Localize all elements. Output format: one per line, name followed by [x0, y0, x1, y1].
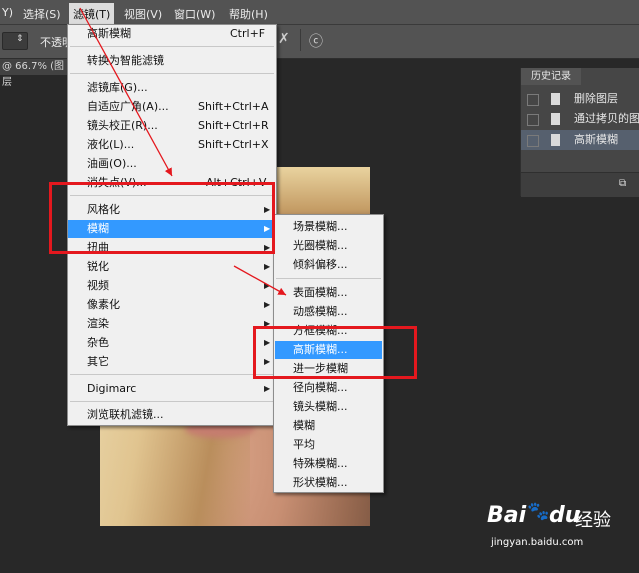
- menu-separator: [276, 278, 381, 279]
- menu-item-video[interactable]: 视频 ▶: [68, 277, 276, 295]
- menu-item-sharpen[interactable]: 锐化 ▶: [68, 258, 276, 276]
- submenu-item-radial-blur[interactable]: 径向模糊...: [274, 379, 383, 397]
- menu-item-filter-gallery[interactable]: 滤镜库(G)...: [68, 79, 276, 97]
- history-row[interactable]: 删除图层: [521, 89, 639, 109]
- menu-item-adaptive-wide-angle[interactable]: 自适应广角(A)... Shift+Ctrl+A: [68, 98, 276, 116]
- history-row-label: 高斯模糊: [574, 133, 618, 146]
- airbrush-icon[interactable]: ✗: [278, 31, 290, 47]
- submenu-arrow-icon: ▶: [264, 281, 271, 290]
- history-row-label: 通过拷贝的图: [574, 112, 639, 125]
- submenu-item-field-blur[interactable]: 场景模糊...: [274, 218, 383, 236]
- menu-item-other[interactable]: 其它 ▶: [68, 353, 276, 371]
- menu-help[interactable]: 帮助(H): [229, 6, 268, 22]
- menu-separator: [70, 46, 274, 47]
- paw-icon: 🐾: [527, 501, 550, 522]
- menu-item-render[interactable]: 渲染 ▶: [68, 315, 276, 333]
- menu-select[interactable]: 选择(S): [23, 6, 61, 22]
- document-icon: [551, 113, 560, 125]
- submenu-item-surface-blur[interactable]: 表面模糊...: [274, 284, 383, 302]
- watermark: Bai 🐾 du 经验 jingyan.baidu.com: [487, 501, 617, 555]
- history-panel-tab[interactable]: 历史记录: [521, 68, 581, 85]
- menu-view[interactable]: 视图(V): [124, 6, 162, 22]
- menu-bar: Y) 选择(S) 滤镜(T) 视图(V) 窗口(W) 帮助(H): [0, 0, 639, 25]
- dropdown-arrows-icon: ⇕: [16, 34, 24, 44]
- submenu-item-smart-blur[interactable]: 特殊模糊...: [274, 455, 383, 473]
- history-checkbox[interactable]: [527, 114, 539, 126]
- menu-item-lens-correction[interactable]: 镜头校正(R)... Shift+Ctrl+R: [68, 117, 276, 135]
- submenu-item-blur[interactable]: 模糊: [274, 417, 383, 435]
- menu-separator: [70, 374, 274, 375]
- menu-item-liquify[interactable]: 液化(L)... Shift+Ctrl+X: [68, 136, 276, 154]
- menu-item-pixelate[interactable]: 像素化 ▶: [68, 296, 276, 314]
- menu-item-last-filter[interactable]: 高斯模糊 Ctrl+F: [68, 25, 276, 43]
- menu-item-smart-filter[interactable]: 转换为智能滤镜: [68, 52, 276, 70]
- document-tab[interactable]: @ 66.7% (图层: [0, 59, 72, 88]
- history-checkbox[interactable]: [527, 135, 539, 147]
- menu-separator: [70, 73, 274, 74]
- document-icon: [551, 93, 560, 105]
- menu-item-oil-paint[interactable]: 油画(O)...: [68, 155, 276, 173]
- watermark-suffix: 经验: [575, 510, 611, 531]
- submenu-arrow-icon: ▶: [264, 300, 271, 309]
- menu-separator: [70, 401, 274, 402]
- submenu-arrow-icon: ▶: [264, 262, 271, 271]
- menu-item-digimarc[interactable]: Digimarc ▶: [68, 380, 276, 398]
- submenu-item-iris-blur[interactable]: 光圈模糊...: [274, 237, 383, 255]
- pressure-icon[interactable]: ⓒ: [309, 31, 323, 51]
- annotation-box-blur: [49, 182, 275, 254]
- submenu-item-motion-blur[interactable]: 动感模糊...: [274, 303, 383, 321]
- annotation-box-gaussian: [253, 326, 417, 379]
- menu-window[interactable]: 窗口(W): [174, 6, 215, 22]
- menu-filter[interactable]: 滤镜(T): [69, 3, 115, 24]
- watermark-brand: Bai: [487, 503, 527, 528]
- history-panel: 历史记录 删除图层 通过拷贝的图 高斯模糊 ⧉: [520, 68, 639, 197]
- toolbar-divider: [300, 29, 301, 51]
- history-row-label: 删除图层: [574, 92, 618, 105]
- new-document-icon[interactable]: ⧉: [619, 178, 626, 189]
- history-checkbox[interactable]: [527, 94, 539, 106]
- history-footer: ⧉: [521, 172, 639, 197]
- document-icon: [551, 134, 560, 146]
- mode-dropdown[interactable]: ⇕: [2, 32, 28, 50]
- menu-item-noise[interactable]: 杂色 ▶: [68, 334, 276, 352]
- watermark-url: jingyan.baidu.com: [491, 537, 584, 548]
- history-row-selected[interactable]: 高斯模糊: [521, 130, 639, 150]
- submenu-item-tilt-shift[interactable]: 倾斜偏移...: [274, 256, 383, 274]
- menu-select-partial[interactable]: Y): [2, 6, 13, 19]
- history-row[interactable]: 通过拷贝的图: [521, 109, 639, 129]
- submenu-item-lens-blur[interactable]: 镜头模糊...: [274, 398, 383, 416]
- submenu-arrow-icon: ▶: [264, 384, 271, 393]
- submenu-item-average[interactable]: 平均: [274, 436, 383, 454]
- menu-item-browse-online[interactable]: 浏览联机滤镜...: [68, 406, 276, 424]
- submenu-item-shape-blur[interactable]: 形状模糊...: [274, 474, 383, 492]
